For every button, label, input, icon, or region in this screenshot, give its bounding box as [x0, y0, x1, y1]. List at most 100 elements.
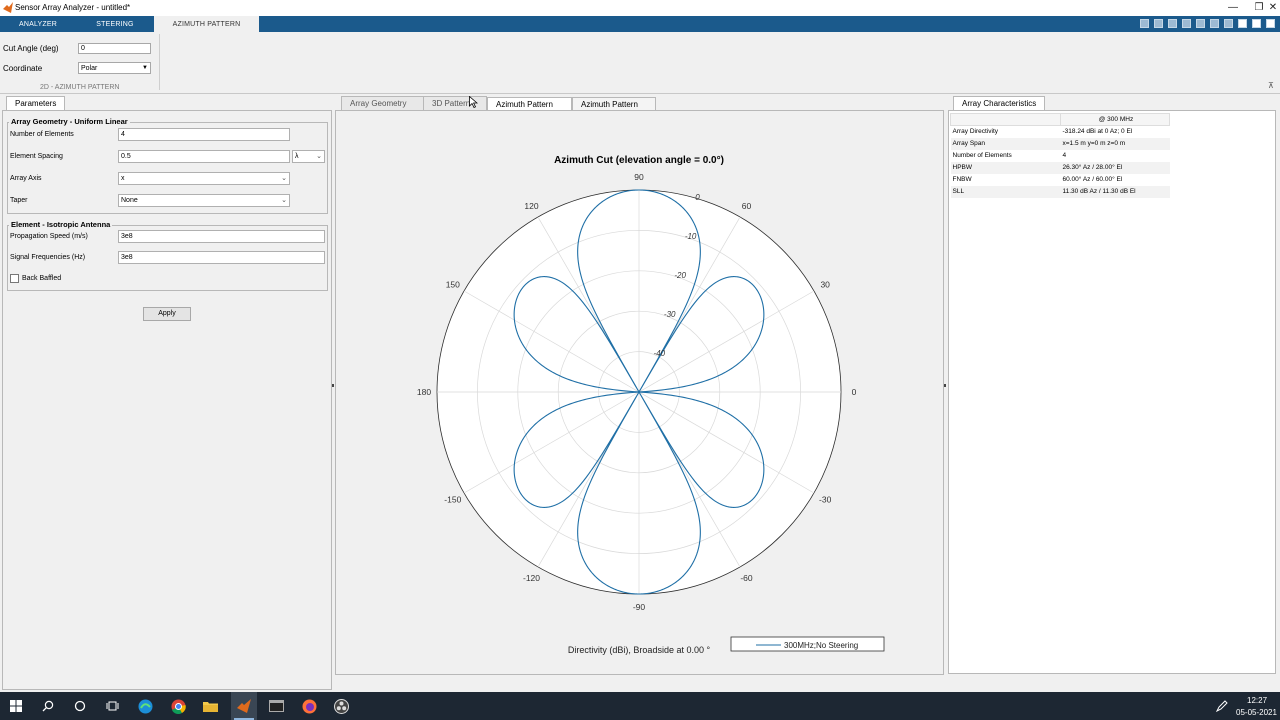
- prop-speed-input[interactable]: 3e8: [118, 230, 325, 243]
- angle-tick-label: -150: [444, 495, 461, 505]
- pen-icon[interactable]: [1216, 700, 1228, 712]
- parameters-panel: Array Geometry - Uniform Linear Number o…: [2, 110, 332, 690]
- quick-access-icon[interactable]: [1210, 19, 1219, 28]
- angle-tick-label: 30: [820, 280, 830, 290]
- radial-tick-label: 0: [695, 193, 700, 202]
- firefox-icon[interactable]: [302, 699, 317, 714]
- cut-angle-input[interactable]: 0: [78, 43, 151, 54]
- element-spacing-label: Element Spacing: [10, 153, 63, 160]
- row-value: 11.30 dB Az / 11.30 dB El: [1062, 188, 1136, 195]
- tab-azimuth-pattern-1[interactable]: Azimuth Pattern: [487, 97, 572, 111]
- coordinate-select[interactable]: Polar ▼: [78, 62, 151, 74]
- row-value: -318.24 dBi at 0 Az; 0 El: [1062, 128, 1133, 136]
- edge-icon[interactable]: [138, 699, 153, 714]
- table-row: Array Span x=1.5 m y=0 m z=0 m: [950, 137, 1170, 150]
- radial-tick-label: -20: [674, 271, 686, 280]
- prop-speed-label: Propagation Speed (m/s): [10, 233, 88, 240]
- quick-access-icon[interactable]: [1196, 19, 1205, 28]
- row-value: 26.30° Az / 28.00° El: [1062, 164, 1123, 171]
- table-header-frequency: @ 300 MHz: [1060, 113, 1170, 126]
- tab-azimuth-pattern-2[interactable]: Azimuth Pattern: [572, 97, 656, 111]
- table-row: HPBW 26.30° Az / 28.00° El: [950, 161, 1170, 174]
- chart-title: Azimuth Cut (elevation angle = 0.0°): [554, 155, 724, 166]
- tab-array-geometry[interactable]: Array Geometry: [341, 96, 427, 110]
- window-title: Sensor Array Analyzer - untitled*: [15, 3, 131, 12]
- file-explorer-icon[interactable]: [203, 700, 218, 712]
- taper-select[interactable]: None ⌄: [118, 194, 290, 207]
- element-spacing-input[interactable]: 0.5: [118, 150, 290, 163]
- undock-icon[interactable]: [1238, 19, 1247, 28]
- quick-access-icon[interactable]: [1154, 19, 1163, 28]
- task-view-icon[interactable]: [106, 700, 119, 712]
- back-baffled-checkbox[interactable]: [10, 274, 19, 283]
- row-label: HPBW: [952, 164, 973, 171]
- minimize-button[interactable]: —: [1220, 0, 1246, 16]
- array-axis-label: Array Axis: [10, 175, 42, 182]
- taper-value: None: [121, 197, 138, 204]
- angle-tick-label: 0: [852, 387, 857, 397]
- row-value: x=1.5 m y=0 m z=0 m: [1062, 140, 1126, 147]
- splitter-handle[interactable]: [332, 384, 334, 387]
- back-baffled-label: Back Baffled: [22, 275, 62, 282]
- matlab-icon: [3, 2, 13, 13]
- obs-icon[interactable]: [334, 699, 349, 714]
- characteristics-table: @ 300 MHz Array Directivity -318.24 dBi …: [950, 113, 1170, 198]
- tab-array-characteristics[interactable]: Array Characteristics: [953, 96, 1046, 110]
- cortana-icon[interactable]: [74, 700, 86, 712]
- search-icon[interactable]: [42, 700, 54, 712]
- chevron-down-icon: ⌄: [316, 153, 322, 160]
- windows-start-icon[interactable]: [10, 700, 22, 712]
- help-icon[interactable]: [1252, 19, 1261, 28]
- splitter-handle[interactable]: [944, 384, 946, 387]
- tab-analyzer[interactable]: ANALYZER: [0, 16, 76, 32]
- quick-access-icon[interactable]: [1140, 19, 1149, 28]
- tab-parameters[interactable]: Parameters: [6, 96, 66, 110]
- expand-icon[interactable]: ⊼: [1268, 81, 1274, 90]
- coordinate-label: Coordinate: [3, 64, 43, 73]
- angle-tick-label: 180: [417, 387, 431, 397]
- taskbar: 12:27 05-05-2021: [0, 692, 1280, 720]
- num-elements-input[interactable]: 4: [118, 128, 290, 141]
- table-row: Array Directivity -318.24 dBi at 0 Az; 0…: [950, 125, 1170, 138]
- close-button[interactable]: ✕: [1260, 0, 1280, 16]
- row-label: SLL: [952, 188, 965, 195]
- chart-xlabel: Directivity (dBi), Broadside at 0.00 °: [568, 645, 711, 655]
- chevron-down-icon: ⌄: [281, 175, 287, 182]
- table-row: SLL 11.30 dB Az / 11.30 dB El: [950, 185, 1170, 198]
- array-axis-value: x: [121, 175, 125, 182]
- angle-tick-label: 120: [524, 201, 538, 211]
- quick-access-icon[interactable]: [1224, 19, 1233, 28]
- title-bar: Sensor Array Analyzer - untitled* — ❐ ✕: [0, 0, 1280, 16]
- angle-tick-label: -90: [633, 602, 646, 612]
- ribbon-tab-bar: ANALYZER STEERING AZIMUTH PATTERN: [0, 16, 1280, 32]
- tab-azimuth-pattern[interactable]: AZIMUTH PATTERN: [154, 16, 259, 32]
- quick-access-icon[interactable]: [1168, 19, 1177, 28]
- terminal-icon[interactable]: [269, 700, 284, 712]
- angle-tick-label: -60: [740, 573, 753, 583]
- array-axis-select[interactable]: x ⌄: [118, 172, 290, 185]
- coordinate-value: Polar: [81, 65, 98, 72]
- apply-button[interactable]: Apply: [143, 307, 191, 321]
- row-label: FNBW: [952, 176, 972, 183]
- spacing-unit-select[interactable]: λ ⌄: [292, 150, 325, 163]
- angle-tick-label: -30: [819, 495, 832, 505]
- geometry-title: Array Geometry - Uniform Linear: [9, 117, 130, 126]
- table-row: Number of Elements 4: [950, 149, 1170, 162]
- divider: [159, 34, 160, 90]
- clock-time: 12:27: [1247, 696, 1268, 705]
- chevron-down-icon: ⌄: [281, 197, 287, 204]
- signal-freq-input[interactable]: 3e8: [118, 251, 325, 264]
- row-label: Array Span: [952, 140, 986, 147]
- spacing-unit-value: λ: [295, 153, 299, 160]
- angle-tick-label: 60: [742, 201, 752, 211]
- quick-access-icon[interactable]: [1182, 19, 1191, 28]
- tab-steering[interactable]: STEERING: [76, 16, 154, 32]
- polar-chart: 90 60 30 0 -30 -60 -90 -120 -150 180 150 120 0 -10 -20…: [417, 155, 885, 655]
- matlab-taskbar-item[interactable]: [231, 692, 257, 720]
- clock-date: 05-05-2021: [1236, 708, 1277, 717]
- minimize-ribbon-icon[interactable]: [1266, 19, 1275, 28]
- radial-tick-label: -40: [653, 349, 665, 358]
- row-label: Number of Elements: [952, 152, 1012, 159]
- angle-tick-label: -120: [523, 573, 540, 583]
- chrome-icon[interactable]: [171, 699, 186, 714]
